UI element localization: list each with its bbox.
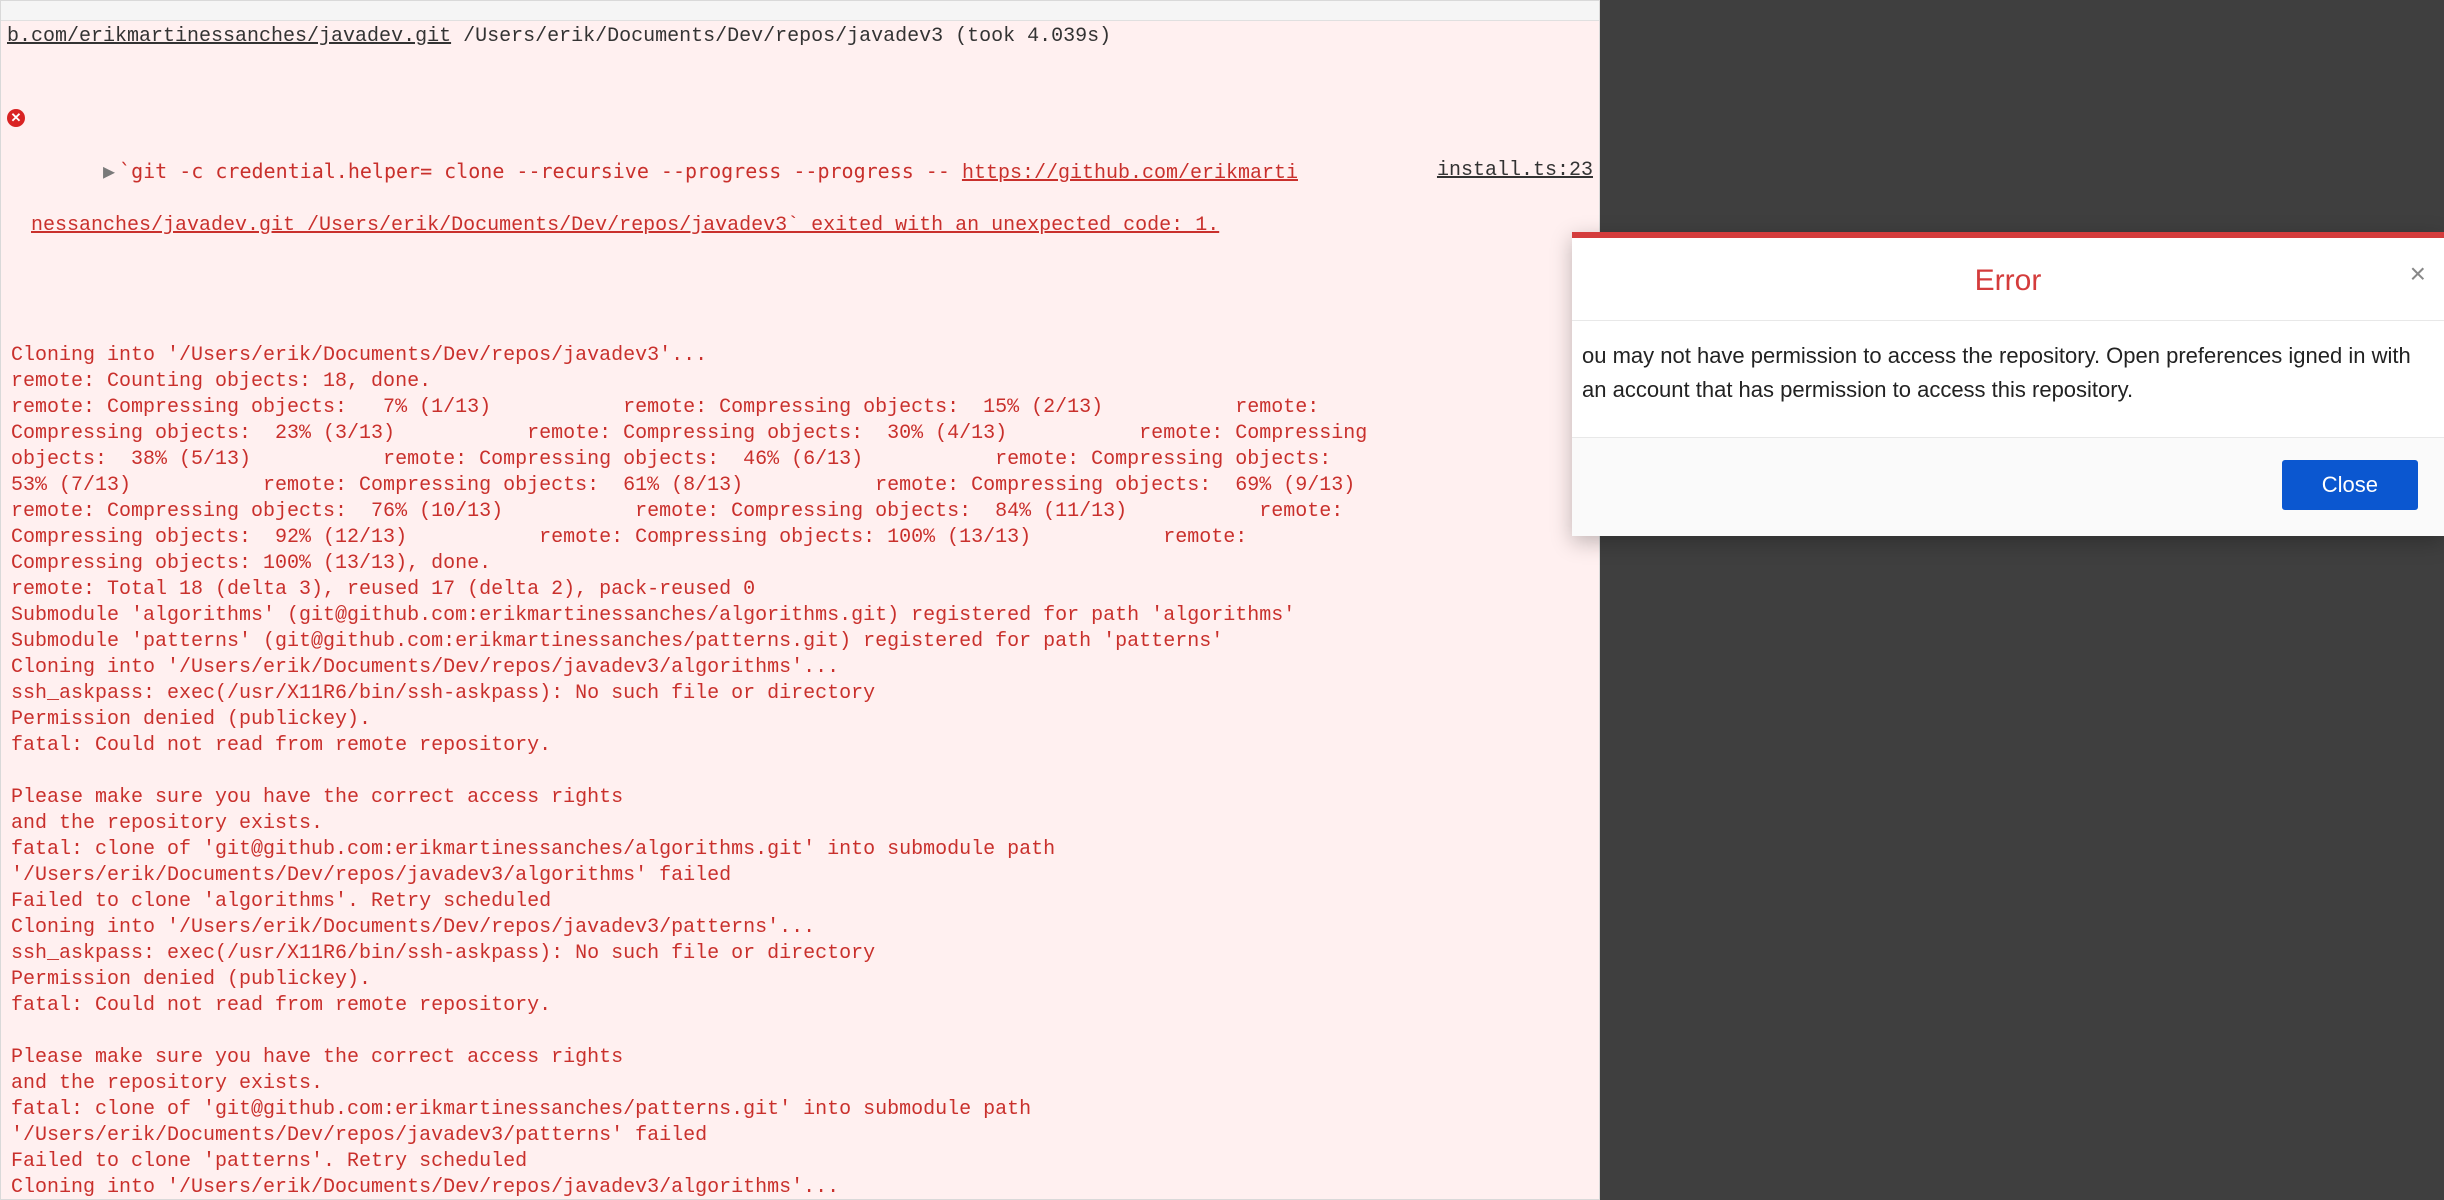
dialog-body: ou may not have permission to access the… (1572, 321, 2444, 438)
console-cmd-part1: `git -c credential.helper= clone --recur… (119, 159, 962, 183)
expand-triangle-icon[interactable]: ▶ (103, 161, 115, 187)
console-error-header[interactable]: ✕ ▶`git -c credential.helper= clone --re… (7, 106, 1593, 291)
dialog-title: Error (1975, 264, 2042, 297)
error-icon: ✕ (7, 109, 25, 127)
dialog-header: Error × (1572, 238, 2444, 321)
dialog-footer: Close (1572, 438, 2444, 536)
console-prev-path: /Users/erik/Documents/Dev/repos/javadev3… (451, 25, 1111, 48)
console-toolbar (1, 1, 1599, 21)
console-error-body: Cloning into '/Users/erik/Documents/Dev/… (7, 343, 1593, 1200)
devtools-console[interactable]: b.com/erikmartinessanches/javadev.git /U… (0, 0, 1600, 1200)
close-button[interactable]: Close (2282, 460, 2418, 510)
console-prev-url[interactable]: b.com/erikmartinessanches/javadev.git (7, 25, 451, 48)
close-icon[interactable]: × (2410, 260, 2426, 288)
console-source-location[interactable]: install.ts:23 (1437, 158, 1593, 184)
error-dialog: Error × ou may not have permission to ac… (1572, 232, 2444, 536)
console-cmd-line2: nessanches/javadev.git /Users/erik/Docum… (31, 214, 1219, 237)
console-error-entry: ✕ ▶`git -c credential.helper= clone --re… (1, 50, 1599, 1200)
console-cmd-url[interactable]: https://github.com/erikmarti (962, 162, 1298, 185)
console-previous-entry: b.com/erikmartinessanches/javadev.git /U… (1, 21, 1599, 50)
